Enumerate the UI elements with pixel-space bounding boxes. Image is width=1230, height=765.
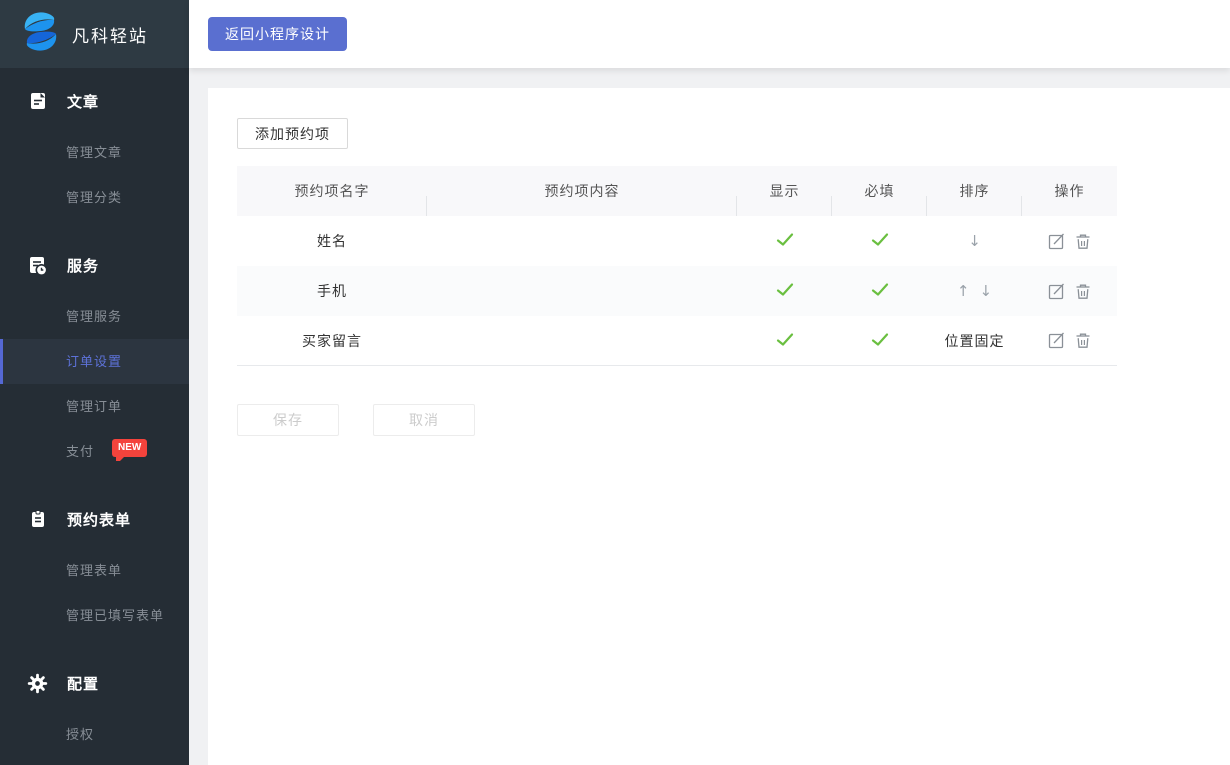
table-row: 手机 ↑ <box>237 266 1117 316</box>
sidebar-item-manage-forms[interactable]: 管理表单 <box>0 548 189 593</box>
order-settings-card: 添加预约项 预约项名字 预约项内容 显示 必填 排序 操作 姓名 <box>208 88 1230 765</box>
header-required: 必填 <box>832 181 927 201</box>
sidebar-item-manage-services[interactable]: 管理服务 <box>0 294 189 339</box>
required-check-icon <box>871 332 889 350</box>
new-badge: NEW <box>112 439 147 457</box>
form-actions: 保存 取消 <box>237 404 1230 436</box>
sidebar-item-order-settings[interactable]: 订单设置 <box>0 339 189 384</box>
show-check-icon <box>776 282 794 300</box>
sidebar-item-authorization[interactable]: 授权 <box>0 712 189 757</box>
nav-section-articles: 文章 管理文章 管理分类 <box>0 80 189 220</box>
required-check-icon <box>871 232 889 250</box>
move-down-icon[interactable]: ↓ <box>975 282 998 300</box>
show-check-icon <box>776 332 794 350</box>
header-operations: 操作 <box>1022 181 1117 201</box>
table-row: 买家留言 位置固定 <box>237 316 1117 366</box>
table-header-row: 预约项名字 预约项内容 显示 必填 排序 操作 <box>237 166 1117 216</box>
header-item-content: 预约项内容 <box>427 181 737 201</box>
nav-section-services: 服务 管理服务 订单设置 管理订单 支付NEW <box>0 244 189 474</box>
back-to-miniprogram-design-button[interactable]: 返回小程序设计 <box>208 17 347 51</box>
table-row: 姓名 ↓ <box>237 216 1117 266</box>
sidebar-item-manage-orders[interactable]: 管理订单 <box>0 384 189 429</box>
header-item-name: 预约项名字 <box>237 181 427 201</box>
sidebar: 凡科轻站 文章 管理文章 <box>0 0 189 765</box>
delete-icon[interactable] <box>1070 233 1096 250</box>
cancel-button[interactable]: 取消 <box>373 404 475 436</box>
show-check-icon <box>776 232 794 250</box>
edit-icon[interactable] <box>1043 332 1070 349</box>
delete-icon[interactable] <box>1070 283 1096 300</box>
sidebar-nav: 文章 管理文章 管理分类 <box>0 68 189 765</box>
sidebar-section-services[interactable]: 服务 <box>0 244 189 286</box>
edit-icon[interactable] <box>1043 233 1070 250</box>
content: 添加预约项 预约项名字 预约项内容 显示 必填 排序 操作 姓名 <box>189 68 1230 765</box>
brand: 凡科轻站 <box>0 0 189 68</box>
row-item-name: 姓名 <box>237 231 427 251</box>
row-item-name: 手机 <box>237 281 427 301</box>
article-icon <box>27 91 48 112</box>
save-button[interactable]: 保存 <box>237 404 339 436</box>
sidebar-section-config[interactable]: 配置 <box>0 662 189 704</box>
sidebar-section-booking-forms[interactable]: 预约表单 <box>0 498 189 540</box>
sidebar-item-manage-filled-forms[interactable]: 管理已填写表单 <box>0 593 189 638</box>
gear-icon <box>27 673 48 694</box>
booking-items-table: 预约项名字 预约项内容 显示 必填 排序 操作 姓名 <box>237 166 1117 366</box>
nav-section-config: 配置 授权 <box>0 662 189 757</box>
edit-icon[interactable] <box>1043 283 1070 300</box>
form-icon <box>27 509 48 530</box>
required-check-icon <box>871 282 889 300</box>
header-sort: 排序 <box>927 181 1022 201</box>
fanke-logo-icon <box>22 9 59 59</box>
sidebar-item-manage-articles[interactable]: 管理文章 <box>0 130 189 175</box>
move-up-icon[interactable]: ↑ <box>952 282 975 300</box>
delete-icon[interactable] <box>1070 332 1096 349</box>
brand-title: 凡科轻站 <box>72 22 148 47</box>
nav-section-booking-forms: 预约表单 管理表单 管理已填写表单 <box>0 498 189 638</box>
position-fixed-label: 位置固定 <box>945 331 1005 351</box>
add-booking-item-button[interactable]: 添加预约项 <box>237 118 348 149</box>
row-item-name: 买家留言 <box>237 331 427 351</box>
move-down-icon[interactable]: ↓ <box>963 232 986 250</box>
sidebar-item-payment[interactable]: 支付NEW <box>0 429 189 474</box>
sidebar-item-manage-categories[interactable]: 管理分类 <box>0 175 189 220</box>
header-show: 显示 <box>737 181 832 201</box>
main-area: 返回小程序设计 添加预约项 预约项名字 预约项内容 显示 必填 排序 操作 <box>189 0 1230 765</box>
service-icon <box>27 255 48 276</box>
topbar: 返回小程序设计 <box>189 0 1230 68</box>
sidebar-section-articles[interactable]: 文章 <box>0 80 189 122</box>
app-root: 凡科轻站 文章 管理文章 <box>0 0 1230 765</box>
